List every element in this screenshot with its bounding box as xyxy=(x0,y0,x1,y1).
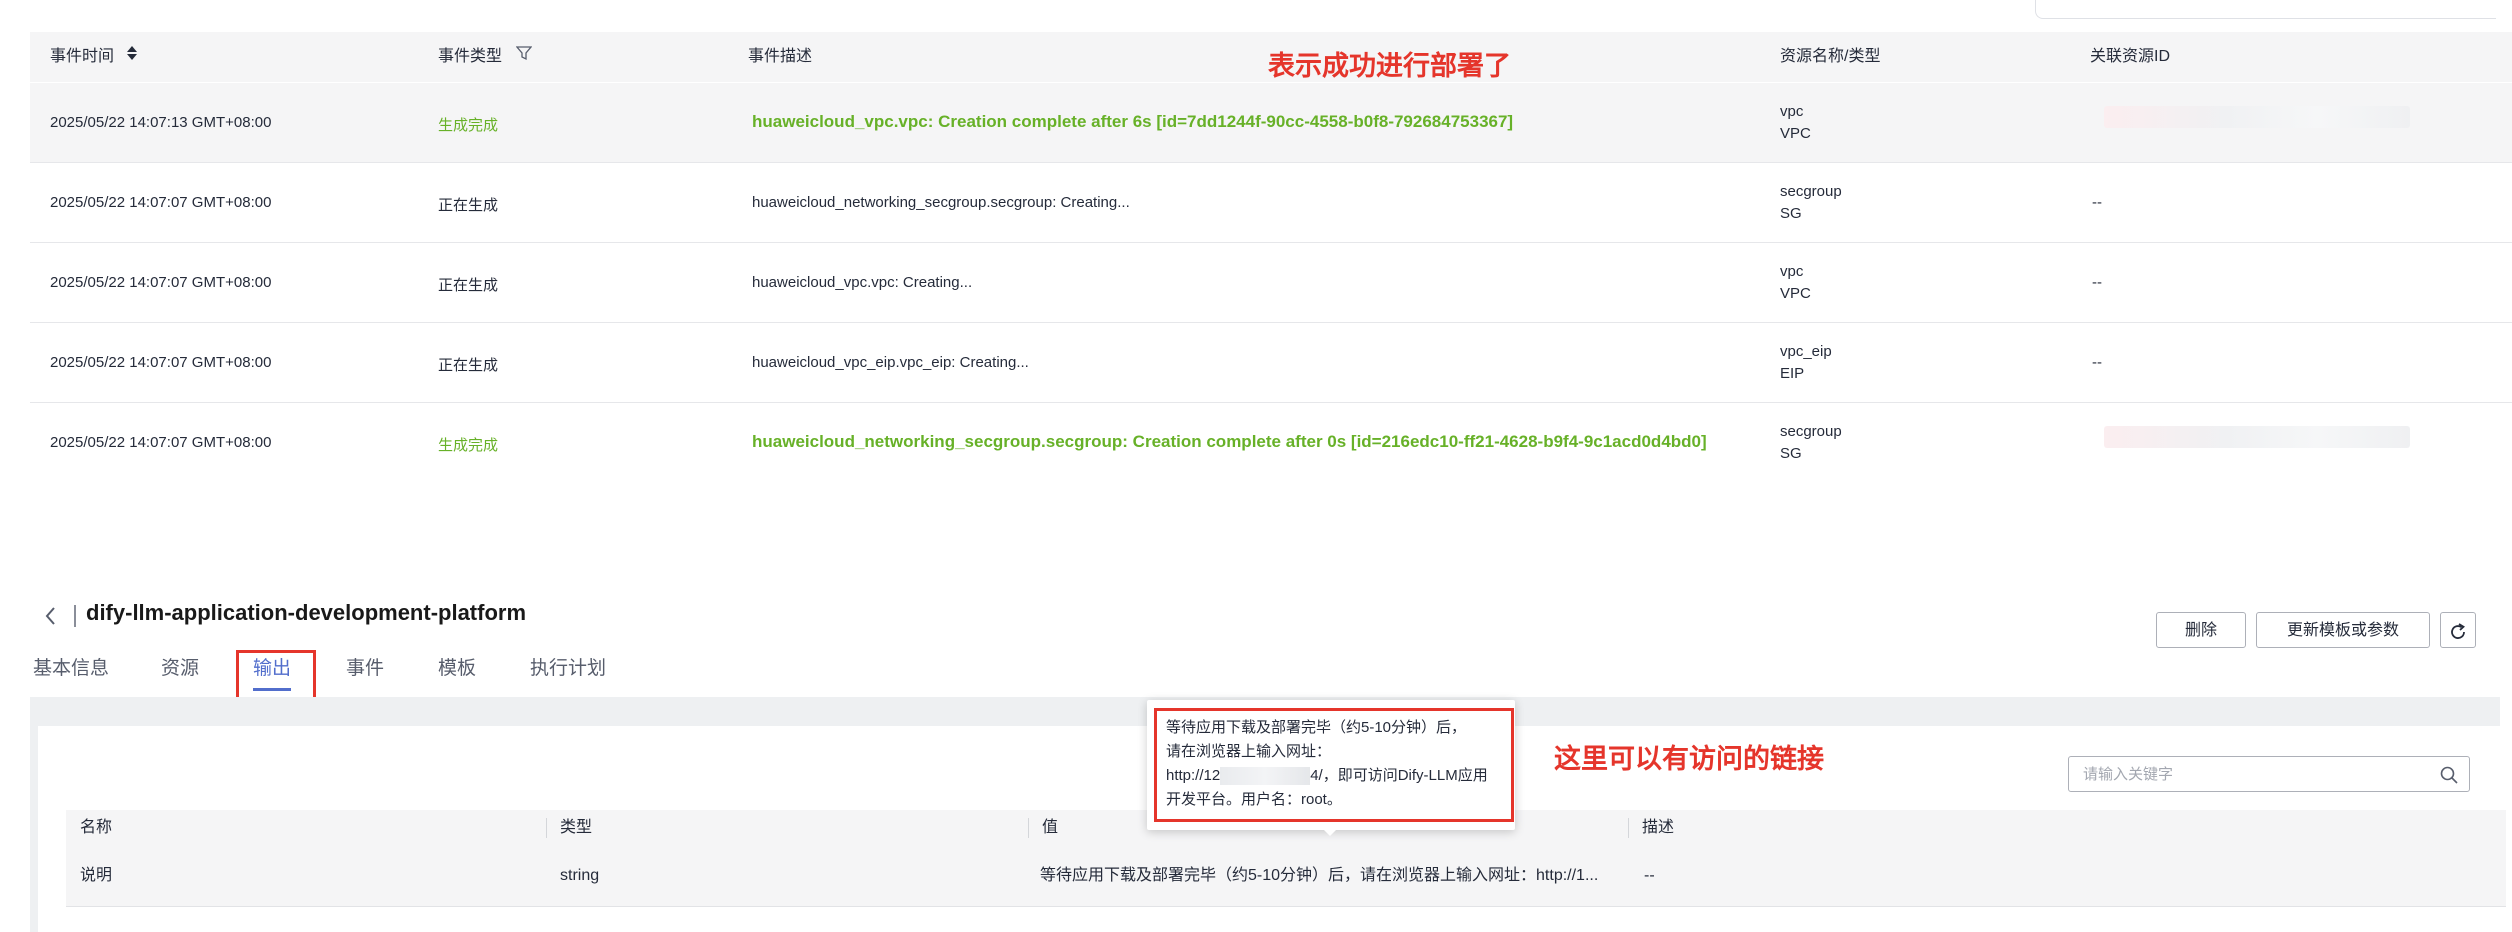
table-row: 2025/05/22 14:07:07 GMT+08:00 生成完成 huawe… xyxy=(30,403,2512,482)
event-desc: huaweicloud_networking_secgroup.secgroup… xyxy=(752,194,1130,211)
table-row: 2025/05/22 14:07:07 GMT+08:00 正在生成 huawe… xyxy=(30,323,2512,403)
column-divider xyxy=(1028,818,1029,838)
filter-icon[interactable] xyxy=(516,32,533,82)
col-resource-header: 资源名称/类型 xyxy=(1780,48,1881,65)
output-name: 说明 xyxy=(80,867,113,884)
tab-events[interactable]: 事件 xyxy=(346,653,384,680)
resource-type: SG xyxy=(1780,205,1802,222)
column-divider xyxy=(546,818,547,838)
tab-template[interactable]: 模板 xyxy=(438,653,476,680)
blurred-resource-id xyxy=(2104,426,2410,448)
resource-name: secgroup xyxy=(1780,183,1842,200)
col-resource-id-header: 关联资源ID xyxy=(2090,48,2171,65)
column-divider xyxy=(1628,818,1629,838)
resource-type: SG xyxy=(1780,445,1802,462)
tab-basic-info[interactable]: 基本信息 xyxy=(33,653,109,680)
resource-name: vpc_eip xyxy=(1780,343,1832,360)
resource-type: VPC xyxy=(1780,285,1811,302)
highlight-box-outputs-tab xyxy=(236,650,316,702)
resource-cell: vpc VPC xyxy=(1780,101,1811,145)
table-row: 2025/05/22 14:07:13 GMT+08:00 生成完成 huawe… xyxy=(30,83,2512,163)
event-type: 生成完成 xyxy=(438,117,499,134)
delete-button[interactable]: 删除 xyxy=(2156,612,2246,648)
tooltip-url-prefix: http://12 xyxy=(1166,767,1221,784)
tab-execution-plan[interactable]: 执行计划 xyxy=(530,653,606,680)
event-type: 生成完成 xyxy=(438,437,499,454)
resource-cell: vpc_eip EIP xyxy=(1780,341,1832,385)
event-desc: huaweicloud_networking_secgroup.secgroup… xyxy=(752,432,1707,451)
tooltip-line-url: http://12 4/，即可访问Dify-LLM应用 xyxy=(1166,764,1506,788)
event-time: 2025/05/22 14:07:07 GMT+08:00 xyxy=(50,194,272,211)
col-desc-header: 事件描述 xyxy=(748,48,813,65)
refresh-button[interactable] xyxy=(2440,612,2476,648)
event-type: 正在生成 xyxy=(438,277,499,294)
resource-name: secgroup xyxy=(1780,423,1842,440)
tooltip-line: 请在浏览器上输入网址： xyxy=(1166,743,1332,760)
event-desc: huaweicloud_vpc.vpc: Creation complete a… xyxy=(752,112,1514,131)
resource-cell: secgroup SG xyxy=(1780,421,1842,465)
resource-type: VPC xyxy=(1780,125,1811,142)
col-type-header[interactable]: 事件类型 xyxy=(438,32,533,82)
table-row: 2025/05/22 14:07:07 GMT+08:00 正在生成 huawe… xyxy=(30,163,2512,243)
tooltip-line: 开发平台。用户名：root。 xyxy=(1166,791,1342,808)
search-input[interactable] xyxy=(2068,756,2470,792)
event-desc: huaweicloud_vpc.vpc: Creating... xyxy=(752,274,973,291)
blurred-resource-id xyxy=(2104,106,2410,128)
output-value[interactable]: 等待应用下载及部署完毕（约5-10分钟）后，请在浏览器上输入网址：http://… xyxy=(1040,846,1598,906)
blurred-ip xyxy=(1220,767,1311,786)
col-desc-header: 描述 xyxy=(1642,819,1675,836)
resource-cell: vpc VPC xyxy=(1780,261,1811,305)
table-row: 2025/05/22 14:07:07 GMT+08:00 正在生成 huawe… xyxy=(30,243,2512,323)
search-field[interactable] xyxy=(2081,757,2425,791)
tooltip-line: 等待应用下载及部署完毕（约5-10分钟）后， xyxy=(1166,719,1467,736)
col-name-header: 名称 xyxy=(80,819,113,836)
resource-cell: secgroup SG xyxy=(1780,181,1842,225)
annotation-access-link: 这里可以有访问的链接 xyxy=(1554,744,1824,774)
event-time: 2025/05/22 14:07:07 GMT+08:00 xyxy=(50,274,272,291)
resource-id: -- xyxy=(2092,194,2102,211)
resource-type: EIP xyxy=(1780,365,1805,382)
col-type-header: 类型 xyxy=(560,819,593,836)
event-type: 正在生成 xyxy=(438,357,499,374)
tooltip-url-suffix: 4/，即可访问Dify-LLM应用 xyxy=(1310,767,1488,784)
title-divider xyxy=(74,605,76,627)
event-time: 2025/05/22 14:07:07 GMT+08:00 xyxy=(50,434,272,451)
event-time: 2025/05/22 14:07:07 GMT+08:00 xyxy=(50,354,272,371)
tab-resources[interactable]: 资源 xyxy=(161,653,199,680)
top-partial-control xyxy=(2035,0,2496,19)
tooltip-arrow xyxy=(1320,826,1340,836)
resource-id: -- xyxy=(2092,274,2102,291)
update-template-button[interactable]: 更新模板或参数 xyxy=(2256,612,2430,648)
event-desc: huaweicloud_vpc_eip.vpc_eip: Creating... xyxy=(752,354,1029,371)
output-type: string xyxy=(560,867,600,884)
event-time: 2025/05/22 14:07:13 GMT+08:00 xyxy=(50,114,272,131)
page-title: dify-llm-application-development-platfor… xyxy=(86,600,527,625)
sort-icon[interactable] xyxy=(126,32,138,82)
col-value-header: 值 xyxy=(1042,819,1059,836)
output-desc: -- xyxy=(1644,867,1655,884)
resource-id: -- xyxy=(2092,354,2102,371)
resource-name: vpc xyxy=(1780,103,1804,120)
annotation-deploy-success: 表示成功进行部署了 xyxy=(1268,51,1511,81)
search-icon[interactable] xyxy=(2439,765,2459,785)
col-time-header[interactable]: 事件时间 xyxy=(50,32,138,82)
back-chevron-icon[interactable] xyxy=(42,604,60,628)
refresh-icon xyxy=(2448,620,2468,656)
event-type: 正在生成 xyxy=(438,197,499,214)
tooltip-content: 等待应用下载及部署完毕（约5-10分钟）后， 请在浏览器上输入网址： http:… xyxy=(1166,716,1506,812)
table-row: 说明 string 等待应用下载及部署完毕（约5-10分钟）后，请在浏览器上输入… xyxy=(66,846,2506,907)
resource-name: vpc xyxy=(1780,263,1804,280)
